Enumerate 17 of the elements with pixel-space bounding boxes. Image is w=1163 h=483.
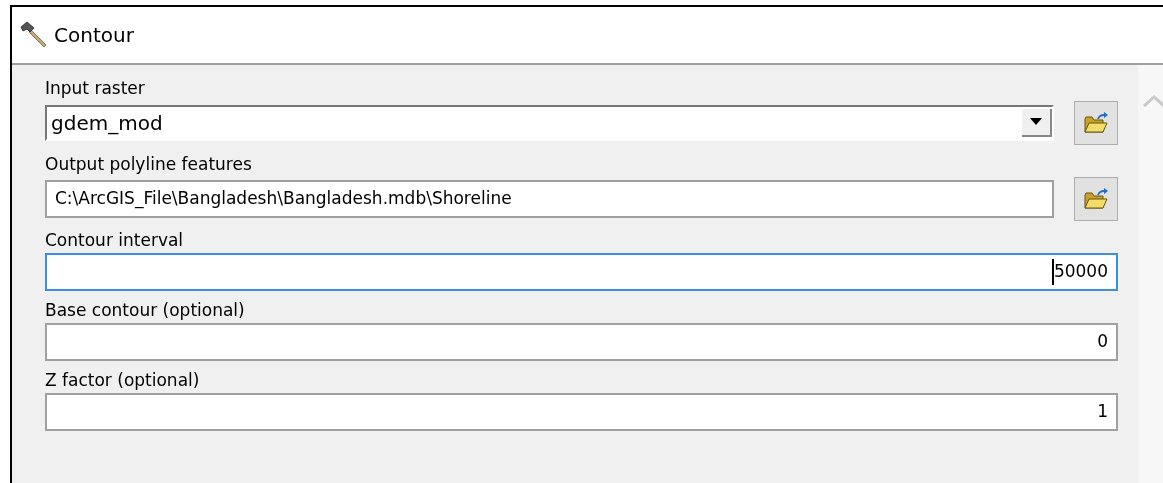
input-field[interactable]: 1 [45,393,1118,431]
field-label: Input raster [45,77,146,99]
input-field[interactable]: C:\ArcGIS_File\Bangladesh\Bangladesh.mdb\Shoreline [45,180,1054,218]
field-label: Contour interval [45,229,185,251]
input-field[interactable]: 0 [45,323,1118,361]
combo-box[interactable]: gdem_mod [45,105,1054,141]
browse-button[interactable] [1074,101,1118,145]
field-label: Output polyline features [45,153,253,175]
input-field[interactable]: 50000 [45,253,1118,291]
browse-button[interactable] [1074,177,1118,221]
field-label: Z factor (optional) [45,369,201,391]
open-folder-icon [1083,187,1109,211]
scrollbar[interactable] [1138,65,1163,483]
field-label: Base contour (optional) [45,299,246,321]
hammer-icon [18,20,48,50]
open-folder-icon [1083,111,1109,135]
window-title: Contour [54,22,134,49]
